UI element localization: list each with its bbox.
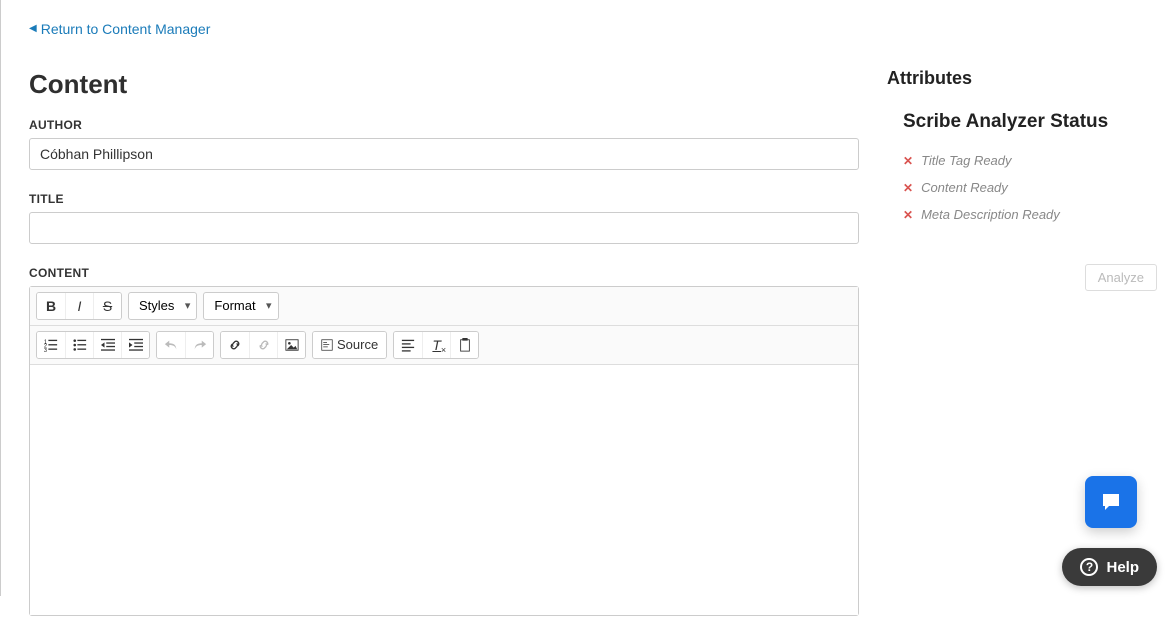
remove-format-button[interactable]: T×	[422, 332, 450, 358]
image-button[interactable]	[277, 332, 305, 358]
status-item: ✕ Content Ready	[903, 180, 1157, 195]
strikethrough-button[interactable]: S	[93, 293, 121, 319]
x-icon: ✕	[903, 154, 913, 168]
author-label: AUTHOR	[29, 118, 859, 132]
paste-button[interactable]	[450, 332, 478, 358]
title-label: TITLE	[29, 192, 859, 206]
editor-content-area[interactable]	[30, 365, 858, 615]
indent-button[interactable]	[121, 332, 149, 358]
analyze-button[interactable]: Analyze	[1085, 264, 1157, 291]
link-icon	[228, 338, 242, 352]
unordered-list-icon	[73, 338, 87, 352]
format-select[interactable]: Format	[203, 292, 278, 320]
page-title: Content	[29, 69, 859, 100]
align-button[interactable]	[394, 332, 422, 358]
bold-button[interactable]: B	[37, 293, 65, 319]
chat-icon	[1099, 490, 1123, 514]
toolbar-row-1: B I S Styles Format	[30, 287, 858, 326]
return-link-label: Return to Content Manager	[41, 21, 211, 37]
unlink-button[interactable]	[249, 332, 277, 358]
source-button[interactable]: Source	[313, 332, 386, 358]
indent-icon	[129, 338, 143, 352]
author-input[interactable]	[29, 138, 859, 170]
styles-select[interactable]: Styles	[128, 292, 197, 320]
x-icon: ✕	[903, 208, 913, 222]
status-item: ✕ Meta Description Ready	[903, 207, 1157, 222]
ordered-list-button[interactable]: 123	[37, 332, 65, 358]
image-icon	[285, 338, 299, 352]
svg-text:3: 3	[44, 348, 47, 352]
undo-icon	[164, 338, 178, 352]
redo-button[interactable]	[185, 332, 213, 358]
help-button[interactable]: ? Help	[1062, 548, 1157, 586]
x-icon: ✕	[903, 181, 913, 195]
title-input[interactable]	[29, 212, 859, 244]
undo-button[interactable]	[157, 332, 185, 358]
unlink-icon	[257, 338, 271, 352]
attributes-heading: Attributes	[887, 68, 1157, 89]
back-triangle-icon: ◀	[29, 23, 37, 34]
unordered-list-button[interactable]	[65, 332, 93, 358]
ordered-list-icon: 123	[44, 338, 58, 352]
status-list: ✕ Title Tag Ready ✕ Content Ready ✕ Meta…	[903, 153, 1157, 222]
status-item: ✕ Title Tag Ready	[903, 153, 1157, 168]
chat-fab[interactable]	[1085, 476, 1137, 528]
source-icon	[321, 339, 333, 351]
link-button[interactable]	[221, 332, 249, 358]
analyzer-heading: Scribe Analyzer Status	[903, 111, 1157, 133]
clipboard-icon	[458, 338, 472, 352]
content-label: CONTENT	[29, 266, 859, 280]
help-icon: ?	[1080, 558, 1098, 576]
outdent-button[interactable]	[93, 332, 121, 358]
align-icon	[401, 338, 415, 352]
italic-button[interactable]: I	[65, 293, 93, 319]
return-link[interactable]: ◀ Return to Content Manager	[29, 21, 210, 37]
redo-icon	[193, 338, 207, 352]
outdent-icon	[101, 338, 115, 352]
rich-text-editor: B I S Styles Format 123	[29, 286, 859, 616]
toolbar-row-2: 123	[30, 326, 858, 365]
